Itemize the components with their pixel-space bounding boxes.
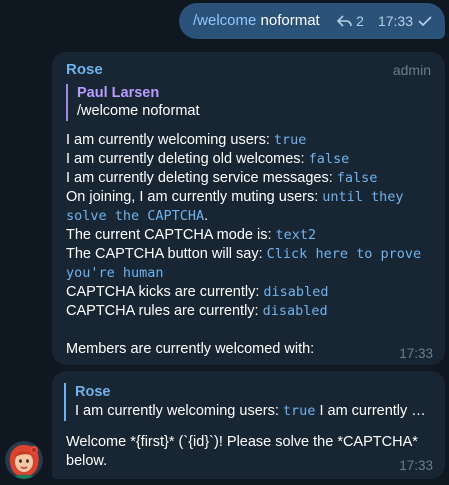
- message-text: Welcome *{first}* (`{id}`)! Please solve…: [66, 434, 418, 469]
- status-line: you're human: [66, 265, 164, 281]
- reply-text: I am currently welcoming users: true I a…: [75, 403, 426, 419]
- incoming-message[interactable]: Rose I am currently welcoming users: tru…: [52, 371, 445, 479]
- reply-author: Paul Larsen: [77, 85, 160, 101]
- status-line: On joining, I am currently muting users:…: [66, 189, 404, 205]
- outgoing-meta: 2 17:33: [337, 13, 433, 29]
- status-line: I am currently deleting old welcomes: fa…: [66, 151, 350, 167]
- status-line: solve the CAPTCHA.: [66, 208, 209, 224]
- checkmark-icon: [417, 15, 433, 27]
- message-time: 17:33: [399, 458, 433, 473]
- sender-name[interactable]: Rose: [66, 61, 103, 78]
- replies-count[interactable]: 2: [356, 13, 364, 29]
- reply-author: Rose: [75, 384, 111, 400]
- outgoing-message[interactable]: /welcome noformat 2 17:33: [179, 3, 445, 39]
- status-line: The current CAPTCHA mode is: text2: [66, 227, 317, 243]
- outgoing-message-text: /welcome noformat: [193, 12, 320, 29]
- status-line: CAPTCHA rules are currently: disabled: [66, 303, 328, 319]
- reply-quote[interactable]: Rose I am currently welcoming users: tru…: [64, 383, 441, 421]
- rose-avatar-icon[interactable]: [5, 441, 43, 479]
- welcome-label: Members are currently welcomed with:: [66, 341, 315, 357]
- status-line: CAPTCHA kicks are currently: disabled: [66, 284, 329, 300]
- status-line: I am currently deleting service messages…: [66, 170, 378, 186]
- admin-badge: admin: [392, 62, 431, 78]
- message-time: 17:33: [377, 13, 413, 29]
- message-time: 17:33: [399, 346, 433, 361]
- status-line: The CAPTCHA button will say: Click here …: [66, 246, 422, 262]
- reply-text: /welcome noformat: [77, 103, 200, 119]
- command-link[interactable]: /welcome: [193, 12, 256, 29]
- message-body: I am currently welcoming users: true I a…: [66, 131, 438, 321]
- incoming-message[interactable]: Rose admin Paul Larsen /welcome noformat…: [52, 52, 445, 365]
- reply-arrow-icon[interactable]: [337, 15, 352, 27]
- status-line: I am currently welcoming users: true: [66, 132, 307, 148]
- reply-quote[interactable]: Paul Larsen /welcome noformat: [66, 84, 437, 121]
